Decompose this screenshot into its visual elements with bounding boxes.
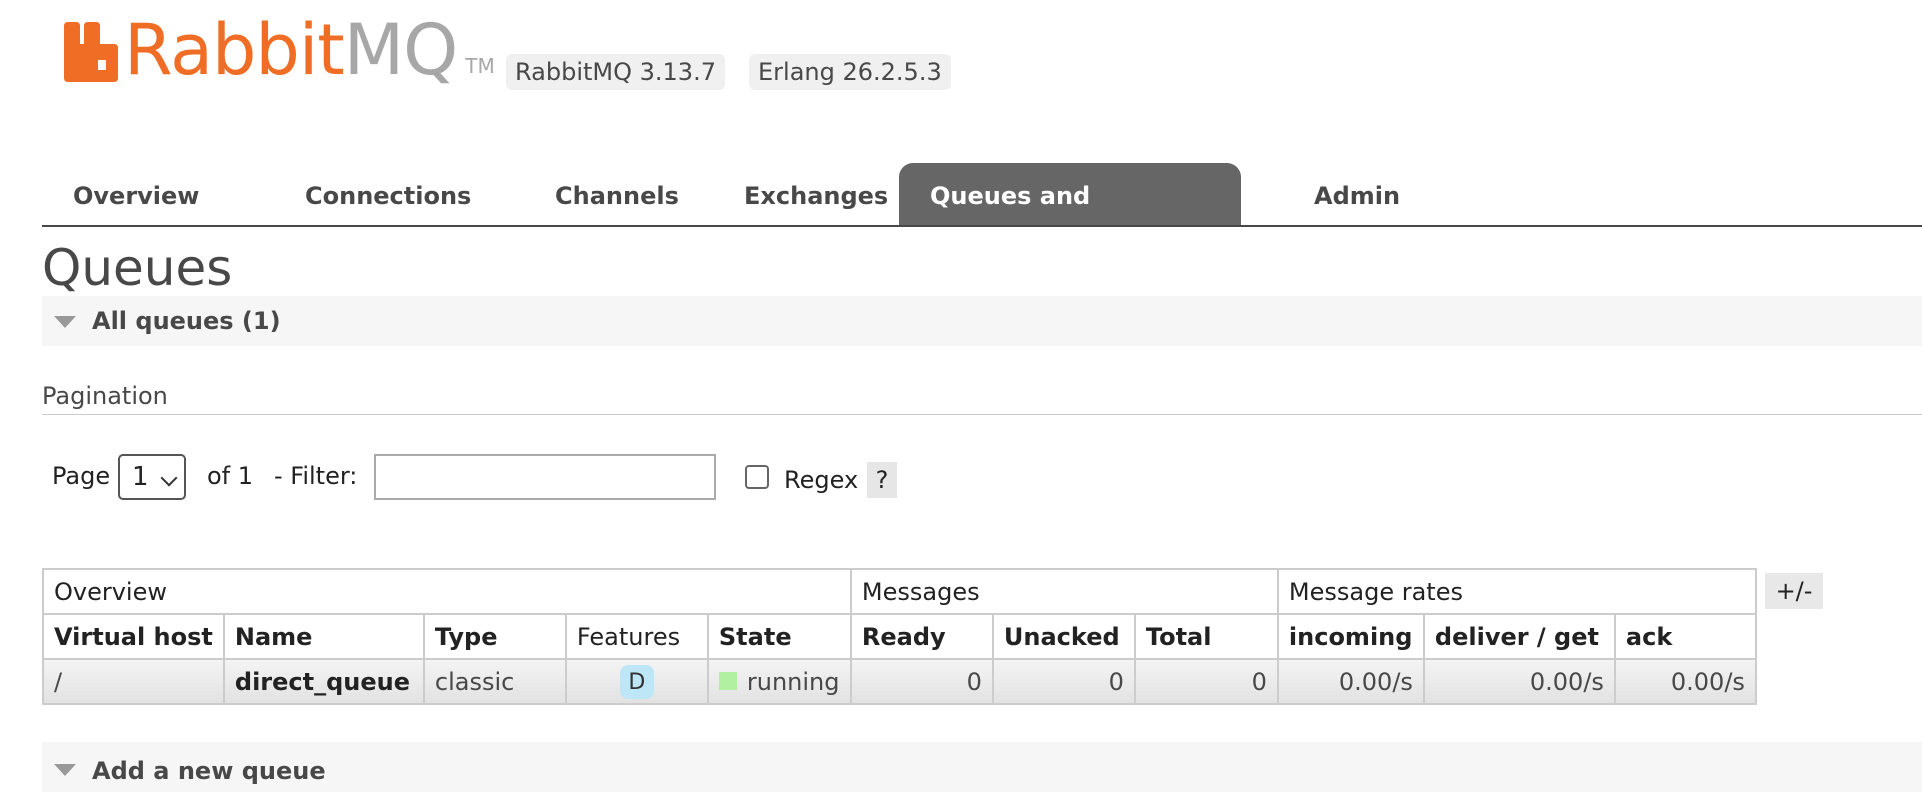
queues-table: Overview Messages Message rates Virtual … xyxy=(42,568,1757,705)
col-ready[interactable]: Ready xyxy=(849,613,994,660)
filter-input[interactable] xyxy=(374,454,716,500)
filter-label: - Filter: xyxy=(274,462,358,490)
logo-mq-text: MQ xyxy=(343,9,458,91)
erlang-version-badge: Erlang 26.2.5.3 xyxy=(749,54,951,90)
running-status-icon xyxy=(718,671,737,690)
tab-exchanges[interactable]: Exchanges xyxy=(713,163,919,225)
tab-connections[interactable]: Connections xyxy=(274,163,502,225)
toggle-columns-button[interactable]: +/- xyxy=(1765,573,1823,609)
cell-deliver-get: 0.00/s xyxy=(1422,658,1616,705)
col-total[interactable]: Total xyxy=(1133,613,1279,660)
regex-checkbox[interactable] xyxy=(745,465,769,489)
cell-ack: 0.00/s xyxy=(1613,658,1757,705)
page-select-value: 1 xyxy=(132,462,149,492)
cell-unacked: 0 xyxy=(991,658,1136,705)
cell-features: D xyxy=(564,658,709,705)
group-header-message-rates: Message rates xyxy=(1276,568,1757,615)
all-queues-label: All queues (1) xyxy=(92,307,281,335)
state-text: running xyxy=(746,667,840,696)
page-title: Queues xyxy=(42,239,233,297)
col-deliver-get[interactable]: deliver / get xyxy=(1422,613,1616,660)
col-incoming[interactable]: incoming xyxy=(1276,613,1425,660)
col-name[interactable]: Name xyxy=(222,613,425,660)
tab-admin[interactable]: Admin xyxy=(1283,163,1431,225)
rabbitmq-version-badge: RabbitMQ 3.13.7 xyxy=(506,54,725,90)
cell-incoming: 0.00/s xyxy=(1276,658,1425,705)
main-nav-tabs: Overview Connections Channels Exchanges … xyxy=(42,163,1922,276)
group-header-messages: Messages xyxy=(849,568,1279,615)
col-type[interactable]: Type xyxy=(422,613,567,660)
cell-type: classic xyxy=(422,658,567,705)
chevron-down-icon xyxy=(160,469,178,487)
group-header-overview: Overview xyxy=(42,568,852,615)
rabbitmq-logo: Rabbit MQ TM xyxy=(64,9,495,91)
queue-name-link[interactable]: direct_queue xyxy=(222,658,425,705)
regex-help-button[interactable]: ? xyxy=(867,462,897,498)
regex-label: Regex xyxy=(784,466,859,494)
rabbitmq-logo-icon xyxy=(64,22,118,82)
page-count-label: of 1 xyxy=(207,462,254,490)
add-queue-label: Add a new queue xyxy=(92,757,326,785)
tab-channels[interactable]: Channels xyxy=(524,163,710,225)
col-features: Features xyxy=(564,613,709,660)
tab-overview[interactable]: Overview xyxy=(42,163,230,225)
page-label: Page xyxy=(52,462,111,490)
logo-trademark: TM xyxy=(465,54,495,78)
pagination-title: Pagination xyxy=(42,382,168,410)
durable-badge: D xyxy=(619,664,654,699)
col-unacked[interactable]: Unacked xyxy=(991,613,1136,660)
add-queue-section-header[interactable]: Add a new queue xyxy=(42,742,1922,792)
collapse-triangle-icon xyxy=(54,316,76,328)
cell-ready: 0 xyxy=(849,658,994,705)
pagination-divider xyxy=(42,414,1922,415)
col-ack[interactable]: ack xyxy=(1613,613,1757,660)
cell-state: running xyxy=(706,658,852,705)
cell-total: 0 xyxy=(1133,658,1279,705)
logo-rabbit-text: Rabbit xyxy=(124,9,345,91)
table-row: / direct_queue classic D running 0 0 0 0… xyxy=(42,658,1757,705)
col-virtual-host[interactable]: Virtual host xyxy=(42,613,225,660)
page-select[interactable]: 1 xyxy=(118,454,186,500)
all-queues-section-header[interactable]: All queues (1) xyxy=(42,296,1922,346)
expand-triangle-icon xyxy=(54,764,76,776)
col-state[interactable]: State xyxy=(706,613,852,660)
cell-vhost: / xyxy=(42,658,225,705)
tab-queues-and-streams[interactable]: Queues and Streams xyxy=(899,163,1241,276)
